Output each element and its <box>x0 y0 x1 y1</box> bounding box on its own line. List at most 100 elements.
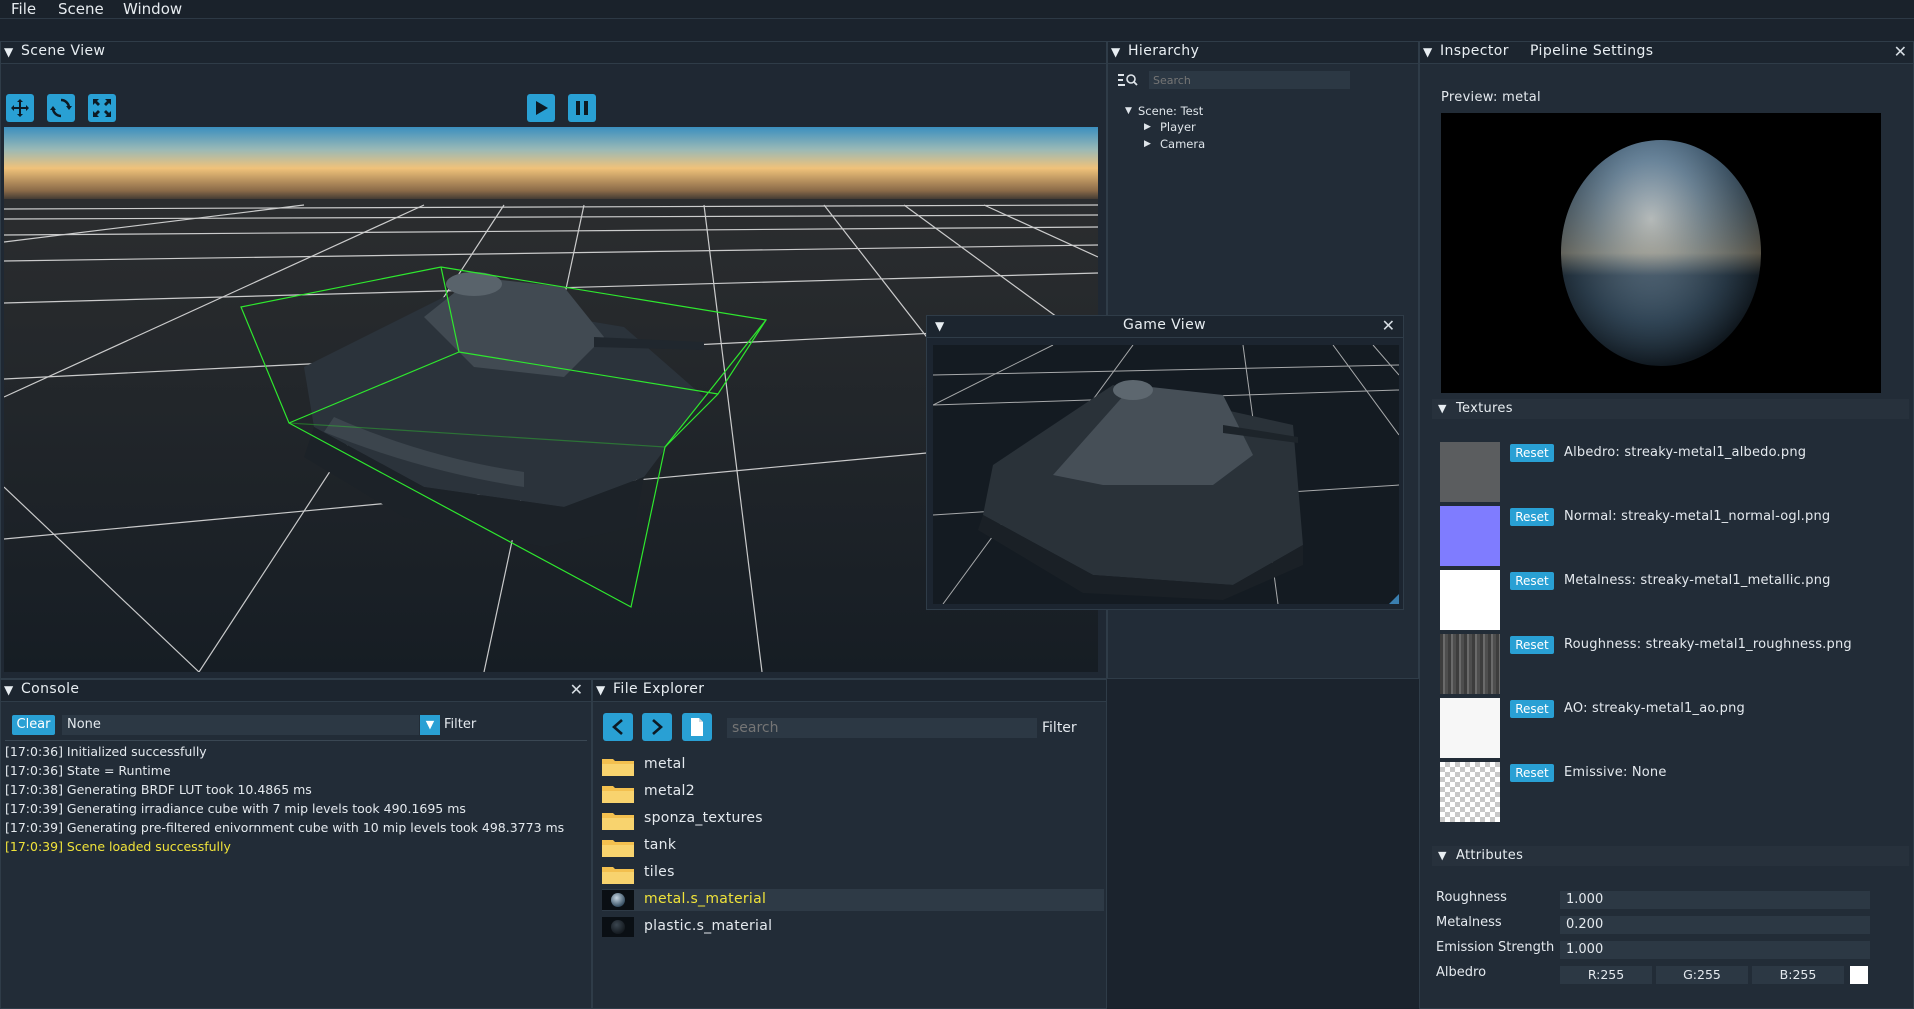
texture-thumbnail[interactable] <box>1440 570 1500 630</box>
console-line: [17:0:36] Initialized successfully <box>5 744 207 759</box>
texture-row-roughness: Reset Roughness: streaky-metal1_roughnes… <box>1440 634 1910 694</box>
reset-button[interactable]: Reset <box>1510 636 1554 654</box>
collapsed-triangle-icon[interactable]: ▶ <box>1144 122 1151 132</box>
game-view-title: Game View <box>1123 317 1206 333</box>
console-line-warning: [17:0:39] Scene loaded successfully <box>5 839 231 854</box>
scale-tool-button[interactable] <box>88 94 116 122</box>
game-render <box>933 345 1399 604</box>
close-icon[interactable]: ✕ <box>570 681 583 699</box>
scale-icon <box>93 99 111 117</box>
reset-button[interactable]: Reset <box>1510 700 1554 718</box>
collapse-triangle-icon[interactable]: ▼ <box>596 684 605 696</box>
file-item-folder[interactable]: tank <box>602 835 1104 857</box>
close-icon[interactable]: ✕ <box>1382 317 1395 335</box>
pause-button[interactable] <box>568 94 596 122</box>
file-item-material-selected[interactable]: metal.s_material <box>602 889 1104 911</box>
play-icon <box>536 101 548 115</box>
console-filter-dropdown[interactable]: None <box>62 715 419 735</box>
play-button[interactable] <box>527 94 555 122</box>
preview-label: Preview: metal <box>1441 90 1541 105</box>
albedo-color-swatch[interactable] <box>1850 966 1868 984</box>
material-sphere-icon <box>611 920 625 934</box>
textures-section-header[interactable]: ▼ Textures <box>1432 399 1909 419</box>
albedo-b-field[interactable]: B:255 <box>1752 966 1844 984</box>
emission-strength-field[interactable]: 1.000 <box>1560 941 1870 959</box>
scene-view-titlebar: ▼ Scene View <box>1 42 1106 64</box>
console-title: Console <box>21 681 80 697</box>
collapse-triangle-icon[interactable]: ▼ <box>1111 46 1120 58</box>
hierarchy-search-input[interactable] <box>1149 71 1350 89</box>
texture-thumbnail[interactable] <box>1440 762 1500 822</box>
hierarchy-scene-root[interactable]: Scene: Test <box>1138 104 1203 118</box>
tab-inspector[interactable]: Inspector <box>1440 43 1509 59</box>
console-line: [17:0:39] Generating pre-filtered enivor… <box>5 820 565 835</box>
move-tool-button[interactable] <box>6 94 34 122</box>
material-preview <box>1441 113 1881 393</box>
texture-thumbnail[interactable] <box>1440 634 1500 694</box>
hierarchy-item-camera[interactable]: Camera <box>1160 137 1205 151</box>
inspector-titlebar: ▼ Inspector Pipeline Settings ✕ <box>1420 42 1913 64</box>
menu-scene[interactable]: Scene <box>58 0 104 18</box>
chevron-down-icon[interactable]: ▼ <box>420 715 440 735</box>
tab-pipeline-settings[interactable]: Pipeline Settings <box>1530 43 1653 59</box>
collapse-triangle-icon[interactable]: ▼ <box>1423 46 1432 58</box>
clear-button[interactable]: Clear <box>12 715 55 735</box>
file-item-folder[interactable]: metal <box>602 754 1104 776</box>
reset-button[interactable]: Reset <box>1510 444 1554 462</box>
texture-thumbnail[interactable] <box>1440 506 1500 566</box>
forward-button[interactable] <box>642 713 672 741</box>
file-item-folder[interactable]: metal2 <box>602 781 1104 803</box>
texture-row-metalness: Reset Metalness: streaky-metal1_metallic… <box>1440 570 1910 630</box>
collapse-triangle-icon[interactable]: ▼ <box>1438 849 1446 862</box>
game-view-titlebar: ▼ Game View ✕ <box>927 316 1403 338</box>
file-search-input[interactable] <box>727 718 1037 738</box>
rotate-tool-button[interactable] <box>47 94 75 122</box>
reset-button[interactable]: Reset <box>1510 572 1554 590</box>
game-view-window: ▼ Game View ✕ <box>926 315 1404 610</box>
roughness-field[interactable]: 1.000 <box>1560 891 1870 909</box>
file-item-folder[interactable]: tiles <box>602 862 1104 884</box>
close-icon[interactable]: ✕ <box>1894 43 1907 61</box>
texture-row-ao: Reset AO: streaky-metal1_ao.png <box>1440 698 1910 758</box>
back-button[interactable] <box>603 713 633 741</box>
texture-thumbnail[interactable] <box>1440 442 1500 502</box>
game-viewport[interactable] <box>933 345 1399 604</box>
menu-file[interactable]: File <box>11 0 36 18</box>
folder-icon <box>602 786 634 803</box>
metalness-field[interactable]: 0.200 <box>1560 916 1870 934</box>
file-explorer-titlebar: ▼ File Explorer <box>593 680 1106 702</box>
menu-bar: File Scene Window <box>0 0 1914 19</box>
texture-thumbnail[interactable] <box>1440 698 1500 758</box>
reset-button[interactable]: Reset <box>1510 508 1554 526</box>
file-filter-label: Filter <box>1042 720 1077 736</box>
chevron-left-icon <box>612 719 623 735</box>
collapse-triangle-icon[interactable]: ▼ <box>1438 402 1446 415</box>
collapse-triangle-icon[interactable]: ▼ <box>4 46 13 58</box>
albedo-g-field[interactable]: G:255 <box>1656 966 1748 984</box>
reset-button[interactable]: Reset <box>1510 764 1554 782</box>
collapse-triangle-icon[interactable]: ▼ <box>4 684 13 696</box>
collapse-triangle-icon[interactable]: ▼ <box>935 320 944 332</box>
file-item-folder[interactable]: sponza_textures <box>602 808 1104 830</box>
material-thumbnail <box>602 917 634 937</box>
file-item-label: metal2 <box>644 783 695 799</box>
textures-header: Textures <box>1456 401 1513 416</box>
new-file-icon <box>691 718 703 736</box>
collapsed-triangle-icon[interactable]: ▶ <box>1144 139 1151 149</box>
new-file-button[interactable] <box>682 713 712 741</box>
chevron-right-icon <box>652 719 663 735</box>
texture-label: Metalness: streaky-metal1_metallic.png <box>1564 573 1831 588</box>
texture-label: Emissive: None <box>1564 765 1667 780</box>
console-titlebar: ▼ Console ✕ <box>1 680 591 702</box>
folder-icon <box>602 840 634 857</box>
move-icon <box>11 99 29 117</box>
attr-label-albedo: Albedro <box>1436 965 1487 980</box>
console-filter-label: Filter <box>444 717 477 732</box>
file-item-material[interactable]: plastic.s_material <box>602 916 1104 938</box>
hierarchy-item-player[interactable]: Player <box>1160 120 1196 134</box>
albedo-r-field[interactable]: R:255 <box>1560 966 1652 984</box>
menu-window[interactable]: Window <box>123 0 182 18</box>
expanded-triangle-icon[interactable]: ▼ <box>1125 106 1132 116</box>
attributes-section-header[interactable]: ▼ Attributes <box>1432 846 1909 866</box>
rotate-icon <box>50 98 72 118</box>
